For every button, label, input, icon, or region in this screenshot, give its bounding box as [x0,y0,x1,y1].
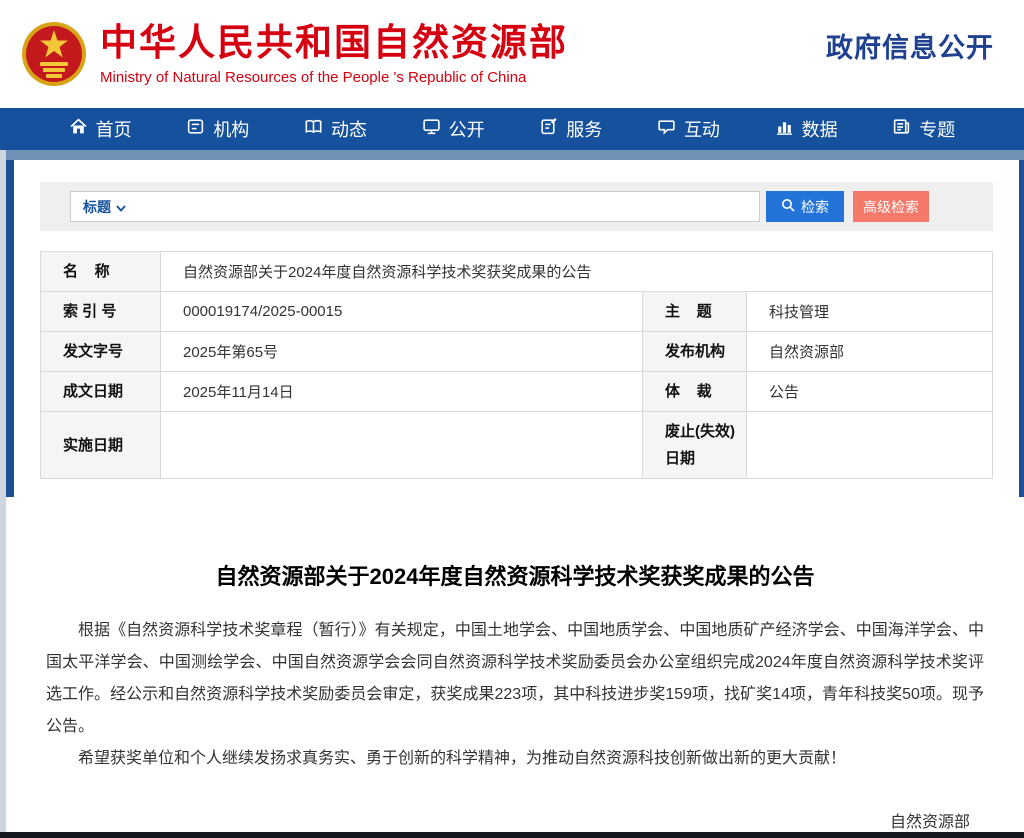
article-paragraph: 根据《自然资源科学技术奖章程（暂行）》有关规定，中国土地学会、中国地质学会、中国… [46,622,984,735]
nav-item-service[interactable]: 服务 [539,116,602,142]
meta-value-repeal [746,411,993,479]
page-left-edge [0,150,6,832]
meta-value-docnum: 2025年第65号 [160,331,643,372]
site-home-link[interactable]: 中华人民共和国自然资源部 Ministry of Natural Resourc… [100,22,568,86]
nav-label: 机构 [213,120,250,140]
meta-label-impl: 实施日期 [40,411,161,479]
main-nav: 首页 机构 动态 公开 服务 互动 数据 专题 [0,108,1024,150]
nav-item-home[interactable]: 首页 [69,116,132,142]
advanced-search-button[interactable]: 高级检索 [853,191,929,222]
home-icon [69,117,88,141]
search-input[interactable]: 标题 [70,191,760,222]
gov-info-section: 标题 检索 高级检索 名 称 自然资源部关于2024年度自然资源科学技术奖获奖成… [6,160,1024,497]
search-field-selector[interactable]: 标题 [83,197,126,217]
search-bar: 标题 检索 高级检索 [40,182,993,231]
article-paragraph: 希望获奖单位和个人继续发扬求真务实、勇于创新的科学精神，为推动自然资源科技创新做… [78,750,847,767]
nav-label: 数据 [801,120,838,140]
announcement-article: 自然资源部关于2024年度自然资源科学技术奖获奖成果的公告 根据《自然资源科学技… [6,561,1024,838]
table-row: 索 引 号 000019174/2025-00015 主 题 科技管理 [40,291,993,332]
nav-label: 首页 [95,120,132,140]
news-book-icon [304,117,323,141]
service-doc-icon [539,117,558,141]
page-title: 自然资源部关于2024年度自然资源科学技术奖获奖成果的公告 [215,564,815,589]
article-body: 根据《自然资源科学技术奖章程（暂行）》有关规定，中国土地学会、中国地质学会、中国… [46,615,984,775]
site-title-en: Ministry of Natural Resources of the Peo… [100,68,527,86]
meta-value-index: 000019174/2025-00015 [160,291,643,332]
search-button[interactable]: 检索 [766,191,844,222]
nav-item-topic[interactable]: 专题 [892,116,955,142]
magnifier-icon [781,198,795,215]
meta-value-name: 自然资源部关于2024年度自然资源科学技术奖获奖成果的公告 [160,251,993,292]
meta-label-subject: 主 题 [642,291,747,332]
nav-label: 公开 [448,120,485,140]
table-row: 发文字号 2025年第65号 发布机构 自然资源部 [40,331,993,372]
nav-label: 动态 [330,120,367,140]
meta-value-impl [160,411,643,479]
page: 中华人民共和国自然资源部 Ministry of Natural Resourc… [0,0,1024,838]
meta-label-repeal: 废止(失效)日期 [642,411,747,479]
document-metadata-table: 名 称 自然资源部关于2024年度自然资源科学技术奖获奖成果的公告 索 引 号 … [40,251,993,479]
meta-label-date: 成文日期 [40,371,161,412]
advanced-search-label: 高级检索 [863,198,919,215]
nav-item-news[interactable]: 动态 [304,116,367,142]
page-bottom-bar [0,832,1024,838]
site-title-cn: 中华人民共和国自然资源部 [100,22,568,64]
meta-label-index: 索 引 号 [40,291,161,332]
table-row: 名 称 自然资源部关于2024年度自然资源科学技术奖获奖成果的公告 [40,251,993,292]
bar-chart-icon [775,117,794,141]
table-row: 实施日期 废止(失效)日期 [40,411,993,479]
search-field-label: 标题 [83,198,111,215]
nav-item-data[interactable]: 数据 [775,116,838,142]
monitor-icon [422,117,441,141]
nav-item-open[interactable]: 公开 [422,116,485,142]
nav-label: 互动 [683,120,720,140]
meta-value-agency: 自然资源部 [746,331,993,372]
meta-label-agency: 发布机构 [642,331,747,372]
nav-substrip [0,150,1024,160]
meta-label-genre: 体 裁 [642,371,747,412]
nav-label: 专题 [919,120,956,140]
meta-label-name: 名 称 [40,251,161,292]
nav-item-org[interactable]: 机构 [186,116,249,142]
search-button-label: 检索 [801,198,829,215]
chat-bubble-icon [657,117,676,141]
nav-item-interact[interactable]: 互动 [657,116,720,142]
meta-label-docnum: 发文字号 [40,331,161,372]
gov-info-open-link[interactable]: 政府信息公开 [826,26,994,65]
national-emblem-icon [20,14,88,94]
chevron-down-icon [116,199,126,215]
newspaper-icon [892,117,911,141]
meta-value-date: 2025年11月14日 [160,371,643,412]
site-banner: 中华人民共和国自然资源部 Ministry of Natural Resourc… [0,0,1024,108]
meta-value-subject: 科技管理 [746,291,993,332]
table-row: 成文日期 2025年11月14日 体 裁 公告 [40,371,993,412]
meta-value-genre: 公告 [746,371,993,412]
organization-icon [186,117,205,141]
nav-label: 服务 [566,120,603,140]
